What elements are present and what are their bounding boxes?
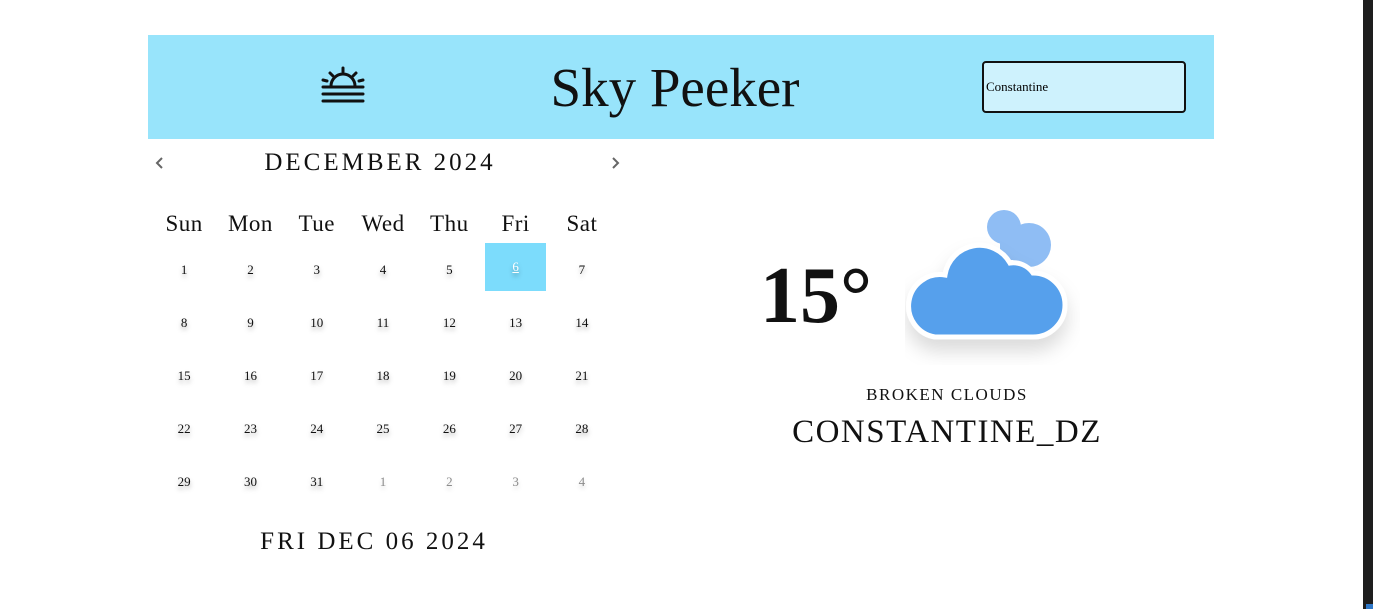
chevron-left-icon <box>155 157 163 169</box>
calendar-day[interactable]: 16 <box>217 349 283 402</box>
selected-date-label: FRI DEC 06 2024 <box>260 528 488 555</box>
weather-condition: BROKEN CLOUDS <box>866 385 1028 404</box>
weekday-label: Sun <box>165 211 203 236</box>
calendar-day-next-month[interactable]: 2 <box>416 455 482 508</box>
calendar-day[interactable]: 5 <box>416 243 482 296</box>
calendar-day[interactable]: 23 <box>217 402 283 455</box>
app-title: Sky Peeker <box>550 57 800 118</box>
calendar-day[interactable]: 19 <box>416 349 482 402</box>
calendar-day[interactable]: 10 <box>284 296 350 349</box>
month-label: DECEMBER 2024 <box>264 149 496 176</box>
next-month-button[interactable] <box>606 153 624 173</box>
calendar-day[interactable]: 2 <box>217 243 283 296</box>
calendar-day[interactable]: 31 <box>284 455 350 508</box>
calendar-day[interactable]: 18 <box>350 349 416 402</box>
calendar-day[interactable]: 9 <box>217 296 283 349</box>
city-search-input[interactable] <box>982 61 1186 113</box>
weekday-label: Fri <box>501 211 530 236</box>
calendar-day[interactable]: 15 <box>151 349 217 402</box>
calendar-day[interactable]: 26 <box>416 402 482 455</box>
temperature-value: 15° <box>760 252 872 340</box>
calendar-day[interactable]: 12 <box>416 296 482 349</box>
broken-clouds-icon <box>906 210 1068 340</box>
scrollbar[interactable] <box>1363 0 1373 609</box>
calendar-day[interactable]: 3 <box>284 243 350 296</box>
city-name: CONSTANTINE_DZ <box>792 414 1102 450</box>
calendar-day[interactable]: 11 <box>350 296 416 349</box>
calendar-day[interactable]: 20 <box>482 349 548 402</box>
weekday-label: Thu <box>430 211 469 236</box>
sunrise-icon <box>321 66 365 103</box>
calendar-day[interactable]: 8 <box>151 296 217 349</box>
calendar-day[interactable]: 30 <box>217 455 283 508</box>
calendar-day-selected[interactable]: 6 <box>485 243 547 291</box>
calendar-day[interactable]: 1 <box>151 243 217 296</box>
calendar-day-next-month[interactable]: 1 <box>350 455 416 508</box>
calendar-grid: Sun Mon Tue Wed Thu Fri Sat 1 2 3 4 5 6 … <box>151 205 615 508</box>
calendar-day[interactable]: 29 <box>151 455 217 508</box>
calendar-day[interactable]: 7 <box>549 243 615 296</box>
calendar-day[interactable]: 4 <box>350 243 416 296</box>
calendar-day[interactable]: 25 <box>350 402 416 455</box>
calendar-day[interactable]: 27 <box>482 402 548 455</box>
calendar-day[interactable]: 13 <box>482 296 548 349</box>
calendar-day[interactable]: 24 <box>284 402 350 455</box>
calendar-day-next-month[interactable]: 3 <box>482 455 548 508</box>
calendar-day[interactable]: 22 <box>151 402 217 455</box>
weekday-label: Wed <box>361 211 405 236</box>
chevron-right-icon <box>612 157 620 169</box>
scrollbar-accent <box>1366 604 1373 609</box>
weekday-label: Tue <box>298 211 335 236</box>
weekday-label: Sat <box>566 211 598 236</box>
calendar-day[interactable]: 21 <box>549 349 615 402</box>
prev-month-button[interactable] <box>151 153 169 173</box>
calendar-day[interactable]: 28 <box>549 402 615 455</box>
calendar-day-next-month[interactable]: 4 <box>549 455 615 508</box>
weekday-label: Mon <box>227 211 273 236</box>
calendar-day[interactable]: 14 <box>549 296 615 349</box>
calendar-day[interactable]: 17 <box>284 349 350 402</box>
